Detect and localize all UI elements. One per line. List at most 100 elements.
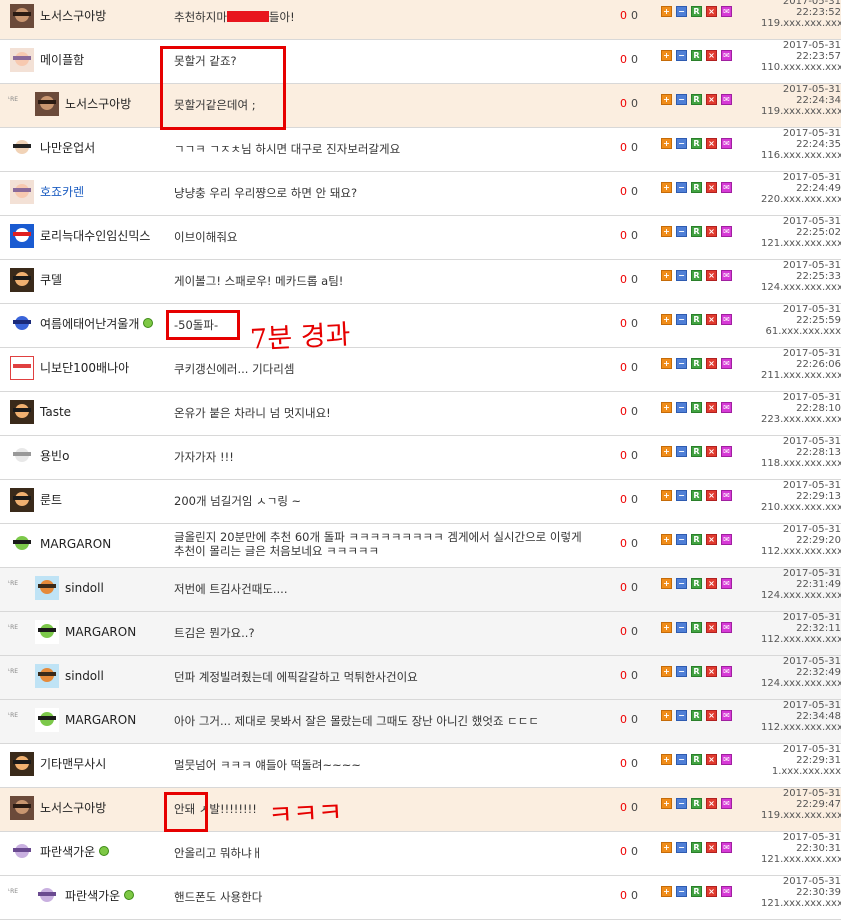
user-avatar[interactable] (10, 356, 34, 380)
minus-icon[interactable]: − (676, 314, 687, 325)
user-nickname[interactable]: 룬트 (40, 492, 62, 508)
message-icon[interactable]: ✉ (721, 358, 732, 369)
plus-icon[interactable]: + (661, 798, 672, 809)
minus-icon[interactable]: − (676, 798, 687, 809)
minus-icon[interactable]: − (676, 50, 687, 61)
minus-icon[interactable]: − (676, 886, 687, 897)
message-icon[interactable]: ✉ (721, 50, 732, 61)
message-icon[interactable]: ✉ (721, 182, 732, 193)
delete-icon[interactable]: × (706, 6, 717, 17)
plus-icon[interactable]: + (661, 578, 672, 589)
minus-icon[interactable]: − (676, 446, 687, 457)
plus-icon[interactable]: + (661, 6, 672, 17)
user-avatar[interactable] (35, 884, 59, 908)
reply-icon[interactable]: R (691, 94, 702, 105)
delete-icon[interactable]: × (706, 182, 717, 193)
delete-icon[interactable]: × (706, 138, 717, 149)
message-icon[interactable]: ✉ (721, 446, 732, 457)
plus-icon[interactable]: + (661, 182, 672, 193)
message-icon[interactable]: ✉ (721, 94, 732, 105)
message-icon[interactable]: ✉ (721, 270, 732, 281)
plus-icon[interactable]: + (661, 622, 672, 633)
user-nickname[interactable]: 로리늑대수인임신믹스 (40, 228, 150, 244)
user-nickname[interactable]: MARGARON (40, 536, 111, 552)
delete-icon[interactable]: × (706, 666, 717, 677)
nickname-text[interactable]: 메이플함 (40, 53, 84, 67)
nickname-text[interactable]: 노서스구아방 (65, 97, 131, 111)
message-icon[interactable]: ✉ (721, 534, 732, 545)
nickname-text[interactable]: 나만운업서 (40, 141, 95, 155)
user-nickname[interactable]: 여름에태어난겨울개 (40, 316, 154, 332)
delete-icon[interactable]: × (706, 358, 717, 369)
minus-icon[interactable]: − (676, 578, 687, 589)
delete-icon[interactable]: × (706, 402, 717, 413)
minus-icon[interactable]: − (676, 94, 687, 105)
user-avatar[interactable] (10, 840, 34, 864)
reply-icon[interactable]: R (691, 402, 702, 413)
delete-icon[interactable]: × (706, 226, 717, 237)
user-avatar[interactable] (10, 532, 34, 556)
user-nickname[interactable]: 니보단100배나아 (40, 360, 129, 376)
minus-icon[interactable]: − (676, 534, 687, 545)
user-nickname[interactable]: sindoll (65, 668, 104, 684)
user-avatar[interactable] (35, 92, 59, 116)
user-avatar[interactable] (10, 268, 34, 292)
plus-icon[interactable]: + (661, 50, 672, 61)
reply-icon[interactable]: R (691, 358, 702, 369)
reply-icon[interactable]: R (691, 710, 702, 721)
plus-icon[interactable]: + (661, 314, 672, 325)
delete-icon[interactable]: × (706, 578, 717, 589)
reply-icon[interactable]: R (691, 886, 702, 897)
minus-icon[interactable]: − (676, 270, 687, 281)
delete-icon[interactable]: × (706, 270, 717, 281)
user-avatar[interactable] (10, 224, 34, 248)
user-nickname[interactable]: MARGARON (65, 624, 136, 640)
user-nickname[interactable]: 노서스구아방 (40, 8, 106, 24)
message-icon[interactable]: ✉ (721, 666, 732, 677)
plus-icon[interactable]: + (661, 446, 672, 457)
plus-icon[interactable]: + (661, 94, 672, 105)
user-avatar[interactable] (35, 708, 59, 732)
nickname-text[interactable]: 룬트 (40, 493, 62, 507)
user-avatar[interactable] (10, 488, 34, 512)
reply-icon[interactable]: R (691, 622, 702, 633)
minus-icon[interactable]: − (676, 754, 687, 765)
reply-icon[interactable]: R (691, 138, 702, 149)
reply-icon[interactable]: R (691, 578, 702, 589)
user-nickname[interactable]: 기타맨무사시 (40, 756, 106, 772)
delete-icon[interactable]: × (706, 710, 717, 721)
nickname-text[interactable]: 기타맨무사시 (40, 757, 106, 771)
nickname-text[interactable]: 용빈o (40, 449, 69, 463)
message-icon[interactable]: ✉ (721, 886, 732, 897)
plus-icon[interactable]: + (661, 842, 672, 853)
nickname-text[interactable]: sindoll (65, 581, 104, 595)
delete-icon[interactable]: × (706, 490, 717, 501)
user-avatar[interactable] (10, 180, 34, 204)
plus-icon[interactable]: + (661, 666, 672, 677)
user-avatar[interactable] (10, 136, 34, 160)
message-icon[interactable]: ✉ (721, 578, 732, 589)
user-avatar[interactable] (10, 312, 34, 336)
reply-icon[interactable]: R (691, 314, 702, 325)
delete-icon[interactable]: × (706, 798, 717, 809)
user-nickname[interactable]: sindoll (65, 580, 104, 596)
delete-icon[interactable]: × (706, 534, 717, 545)
user-nickname[interactable]: 호죠카렌 (40, 184, 84, 200)
reply-icon[interactable]: R (691, 534, 702, 545)
user-avatar[interactable] (35, 664, 59, 688)
delete-icon[interactable]: × (706, 622, 717, 633)
plus-icon[interactable]: + (661, 226, 672, 237)
nickname-text[interactable]: 파란색가운 (40, 845, 95, 859)
nickname-text[interactable]: Taste (40, 405, 71, 419)
reply-icon[interactable]: R (691, 490, 702, 501)
delete-icon[interactable]: × (706, 842, 717, 853)
message-icon[interactable]: ✉ (721, 754, 732, 765)
minus-icon[interactable]: − (676, 182, 687, 193)
minus-icon[interactable]: − (676, 490, 687, 501)
user-nickname[interactable]: 노서스구아방 (65, 96, 131, 112)
nickname-text[interactable]: 노서스구아방 (40, 9, 106, 23)
delete-icon[interactable]: × (706, 754, 717, 765)
minus-icon[interactable]: − (676, 358, 687, 369)
plus-icon[interactable]: + (661, 534, 672, 545)
message-icon[interactable]: ✉ (721, 138, 732, 149)
